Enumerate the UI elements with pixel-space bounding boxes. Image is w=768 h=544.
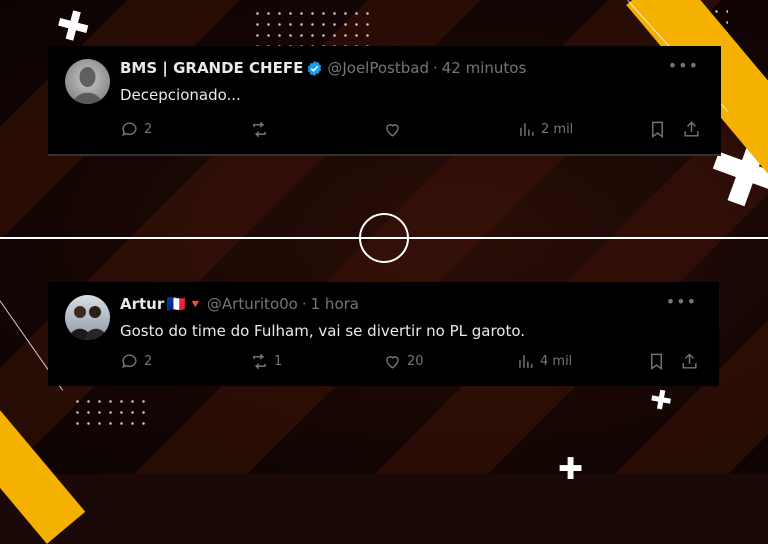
like-button[interactable]: 20 xyxy=(383,352,424,371)
avatar[interactable] xyxy=(65,295,110,340)
tweet-header: Artur 🇫🇷 🔻 @Arturito0o · 1 hora xyxy=(120,295,359,313)
reply-button[interactable]: 2 xyxy=(120,120,152,139)
verified-icon xyxy=(308,60,322,76)
more-icon[interactable]: ••• xyxy=(668,56,699,75)
share-icon xyxy=(684,121,699,137)
tweet-header: BMS | GRANDE CHEFE @JoelPostbad · 42 min… xyxy=(120,59,526,77)
tweet-card-2[interactable]: Artur 🇫🇷 🔻 @Arturito0o · 1 hora ••• Gost… xyxy=(48,282,719,386)
reply-icon xyxy=(121,354,137,369)
reply-count: 2 xyxy=(144,354,153,369)
views-button[interactable]: 4 mil xyxy=(516,352,572,371)
retweet-icon xyxy=(253,353,266,370)
more-icon[interactable]: ••• xyxy=(666,292,697,311)
bookmark-icon xyxy=(651,353,662,371)
display-name[interactable]: BMS | GRANDE CHEFE xyxy=(120,59,303,77)
dot-pattern-bottom xyxy=(72,396,150,432)
reply-button[interactable]: 2 xyxy=(120,352,152,371)
views-icon xyxy=(519,355,533,368)
retweet-button[interactable] xyxy=(250,120,274,139)
bookmark-button[interactable] xyxy=(648,120,667,139)
retweet-icon xyxy=(253,121,266,138)
handle[interactable]: @JoelPostbad xyxy=(327,59,429,77)
separator: · xyxy=(301,295,307,313)
plus-decoration-bottom-center: ✚ xyxy=(558,452,584,487)
reply-count: 2 xyxy=(144,122,153,137)
action-bar: 2 2 mil xyxy=(120,120,705,140)
avatar-photo-icon xyxy=(69,306,107,340)
share-button[interactable] xyxy=(682,120,701,139)
dot-pattern-top xyxy=(252,8,376,48)
like-icon xyxy=(386,356,399,369)
avatar[interactable] xyxy=(65,59,110,104)
views-count: 4 mil xyxy=(540,354,573,369)
views-count: 2 mil xyxy=(541,122,574,137)
views-button[interactable]: 2 mil xyxy=(517,120,573,139)
timestamp[interactable]: 42 minutos xyxy=(442,59,527,77)
separator: · xyxy=(432,59,438,77)
timestamp[interactable]: 1 hora xyxy=(311,295,359,313)
handle[interactable]: @Arturito0o xyxy=(207,295,298,313)
tweet-card-1[interactable]: BMS | GRANDE CHEFE @JoelPostbad · 42 min… xyxy=(48,46,721,156)
action-bar: 2 1 20 4 mil xyxy=(120,352,703,372)
flag-emoji: 🇫🇷 xyxy=(167,295,186,313)
like-icon xyxy=(386,124,399,137)
share-button[interactable] xyxy=(680,352,699,371)
bookmark-button[interactable] xyxy=(647,352,666,371)
retweet-count: 1 xyxy=(274,354,283,369)
share-icon xyxy=(682,353,697,369)
tweet-text: Decepcionado... xyxy=(120,86,241,104)
center-circle xyxy=(359,213,409,263)
like-button[interactable] xyxy=(383,120,407,139)
retweet-button[interactable]: 1 xyxy=(250,352,282,371)
like-count: 20 xyxy=(407,354,424,369)
reply-icon xyxy=(121,122,137,137)
tweet-text: Gosto do time do Fulham, vai se divertir… xyxy=(120,322,526,340)
views-icon xyxy=(520,123,534,136)
badge-emoji: 🔻 xyxy=(187,297,203,311)
bookmark-icon xyxy=(652,121,663,139)
avatar-portrait-icon xyxy=(73,67,102,104)
display-name[interactable]: Artur xyxy=(120,295,164,313)
